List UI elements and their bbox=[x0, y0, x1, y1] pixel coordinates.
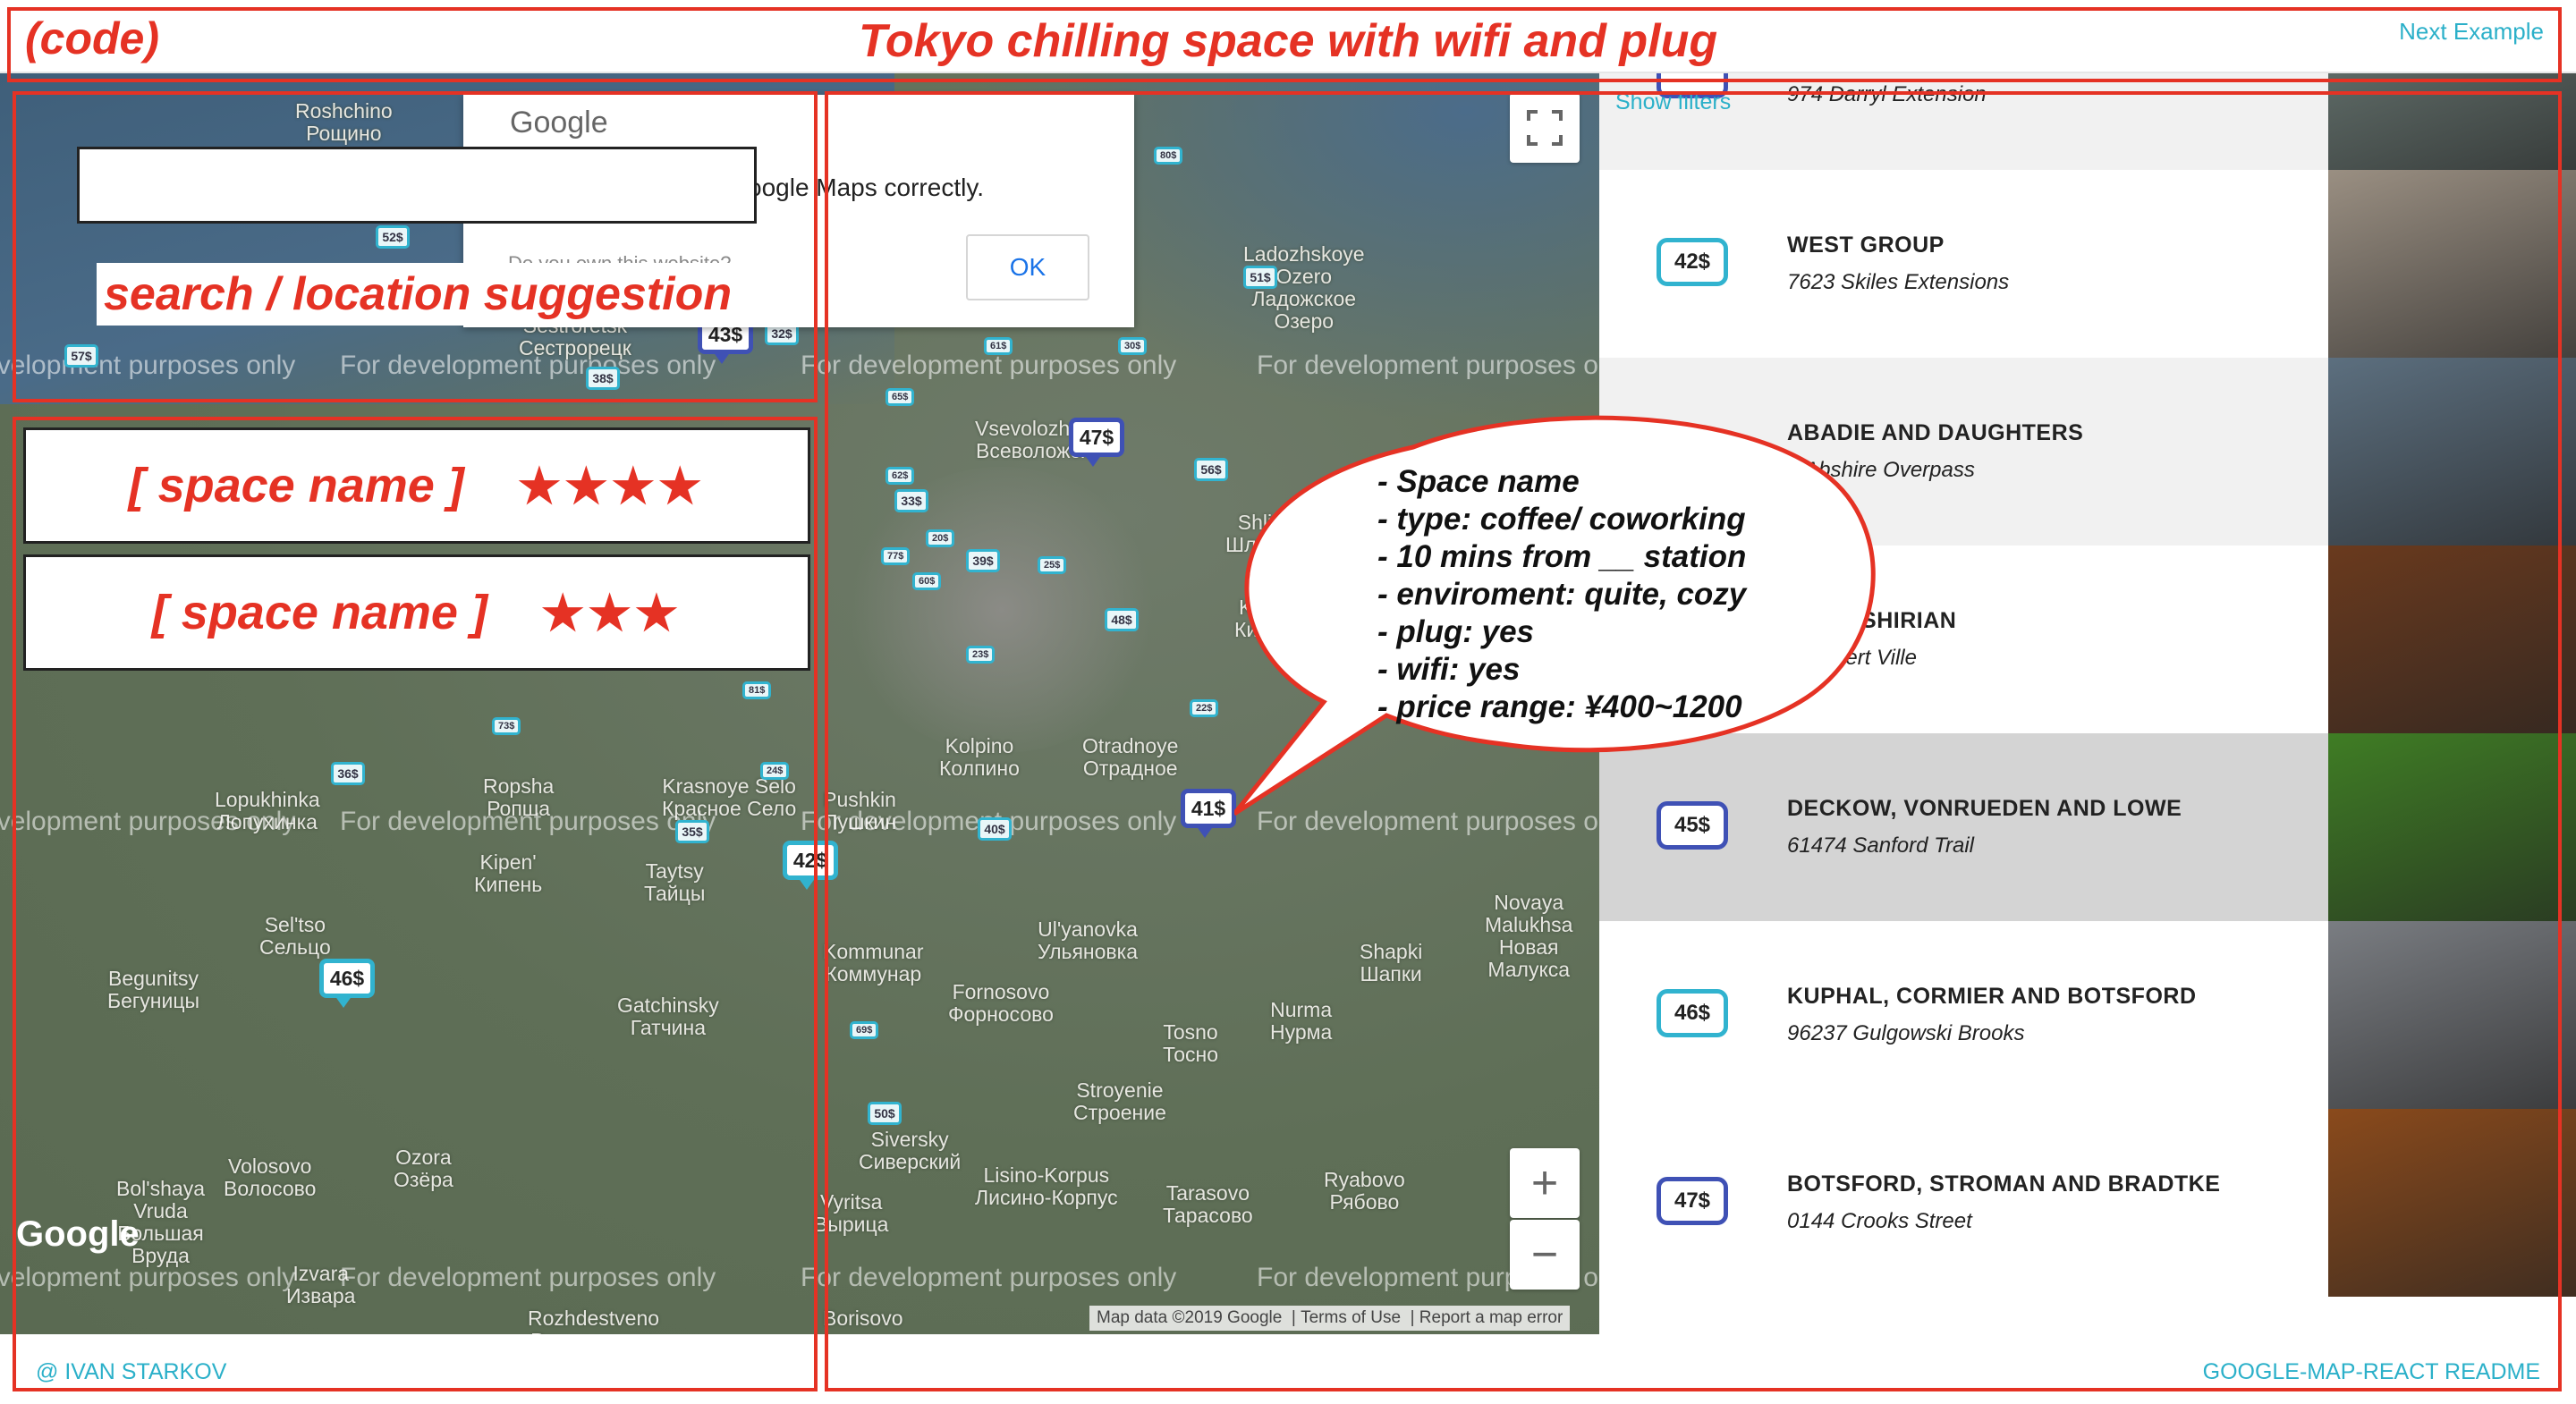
space-card-name: [ space name ] bbox=[128, 459, 464, 512]
readme-link[interactable]: GOOGLE-MAP-REACT README bbox=[2203, 1359, 2540, 1385]
annotation-search-box bbox=[13, 91, 818, 402]
search-input[interactable] bbox=[77, 147, 757, 224]
bubble-line: - 10 mins from __ station bbox=[1377, 539, 1747, 574]
bubble-line: - type: coffee/ coworking bbox=[1377, 502, 1746, 537]
search-caption: search / location suggestion bbox=[97, 263, 741, 326]
bubble-lines: - Space name - type: coffee/ coworking - 1… bbox=[1377, 463, 1746, 726]
bubble-line: - price range: ¥400~1200 bbox=[1377, 689, 1742, 724]
annotation-header-box bbox=[7, 7, 2562, 82]
bubble-details: - Space name - type: coffee/ coworking - 1… bbox=[1377, 463, 1746, 726]
author-link[interactable]: @ IVAN STARKOV bbox=[36, 1359, 226, 1385]
bubble-line: - wifi: yes bbox=[1377, 652, 1521, 687]
space-card[interactable]: [ space name ] ★★★★ bbox=[23, 427, 810, 544]
space-card-stars: ★★★ bbox=[540, 586, 682, 640]
bubble-line: - enviroment: quite, cozy bbox=[1377, 577, 1747, 612]
bubble-line: - Space name bbox=[1377, 464, 1580, 499]
bubble-line: - plug: yes bbox=[1377, 614, 1535, 649]
space-card[interactable]: [ space name ] ★★★ bbox=[23, 554, 810, 671]
space-card-name: [ space name ] bbox=[151, 586, 487, 639]
space-card-stars: ★★★★ bbox=[517, 459, 706, 513]
